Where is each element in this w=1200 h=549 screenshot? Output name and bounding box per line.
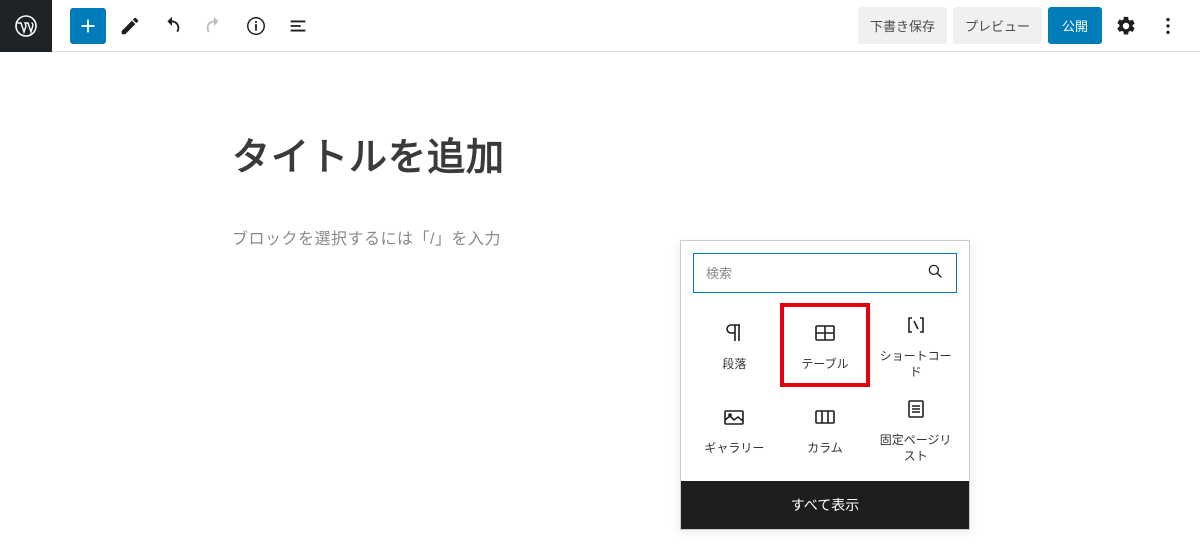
settings-button[interactable] <box>1108 8 1144 44</box>
inserter-search-wrap <box>681 241 969 303</box>
editor-toolbar: 下書き保存 プレビュー 公開 <box>0 0 1200 52</box>
preview-button[interactable]: プレビュー <box>953 7 1042 44</box>
redo-icon <box>203 15 225 37</box>
outline-button[interactable] <box>280 8 316 44</box>
undo-icon <box>161 15 183 37</box>
undo-button[interactable] <box>154 8 190 44</box>
block-item-label: テーブル <box>797 357 852 373</box>
block-item-page-list[interactable]: 固定ページリスト <box>870 387 961 471</box>
block-item-gallery[interactable]: ギャラリー <box>689 387 780 471</box>
toolbar-right: 下書き保存 プレビュー 公開 <box>858 7 1200 44</box>
details-button[interactable] <box>238 8 274 44</box>
block-item-label: 段落 <box>718 357 750 373</box>
block-item-label: 固定ページリスト <box>870 433 961 464</box>
post-title-input[interactable]: タイトルを追加 <box>232 126 968 181</box>
show-all-blocks-button[interactable]: すべて表示 <box>681 481 969 529</box>
block-item-shortcode[interactable]: ショートコード <box>870 303 961 387</box>
inserter-search-box[interactable] <box>693 253 957 293</box>
gear-icon <box>1115 15 1137 37</box>
block-item-label: カラム <box>803 441 847 457</box>
block-inserter-popup: 段落 テーブル ショートコード ギャラリー カラム 固定ページリスト すべて表示 <box>680 240 970 530</box>
kebab-icon <box>1157 15 1179 37</box>
shortcode-icon <box>904 309 928 341</box>
block-item-label: ギャラリー <box>700 441 768 457</box>
toolbar-left <box>0 0 316 52</box>
publish-button[interactable]: 公開 <box>1048 7 1102 44</box>
columns-icon <box>813 401 837 433</box>
block-item-table[interactable]: テーブル <box>780 303 871 387</box>
wordpress-logo[interactable] <box>0 0 52 52</box>
info-icon <box>245 15 267 37</box>
pencil-icon <box>119 15 141 37</box>
edit-mode-button[interactable] <box>112 8 148 44</box>
plus-icon <box>77 15 99 37</box>
search-icon <box>926 262 944 285</box>
block-item-label: ショートコード <box>870 349 961 380</box>
more-menu-button[interactable] <box>1150 8 1186 44</box>
paragraph-icon <box>722 317 746 349</box>
save-draft-button[interactable]: 下書き保存 <box>858 7 947 44</box>
block-item-columns[interactable]: カラム <box>780 387 871 471</box>
search-input[interactable] <box>706 266 926 281</box>
page-list-icon <box>904 393 928 425</box>
add-block-button[interactable] <box>70 8 106 44</box>
table-icon <box>813 317 837 349</box>
redo-button[interactable] <box>196 8 232 44</box>
block-item-paragraph[interactable]: 段落 <box>689 303 780 387</box>
block-grid: 段落 テーブル ショートコード ギャラリー カラム 固定ページリスト <box>681 303 969 481</box>
wordpress-icon <box>14 14 38 38</box>
editor-canvas: タイトルを追加 ブロックを選択するには「/」を入力 <box>0 52 1200 249</box>
gallery-icon <box>722 401 746 433</box>
list-view-icon <box>287 15 309 37</box>
